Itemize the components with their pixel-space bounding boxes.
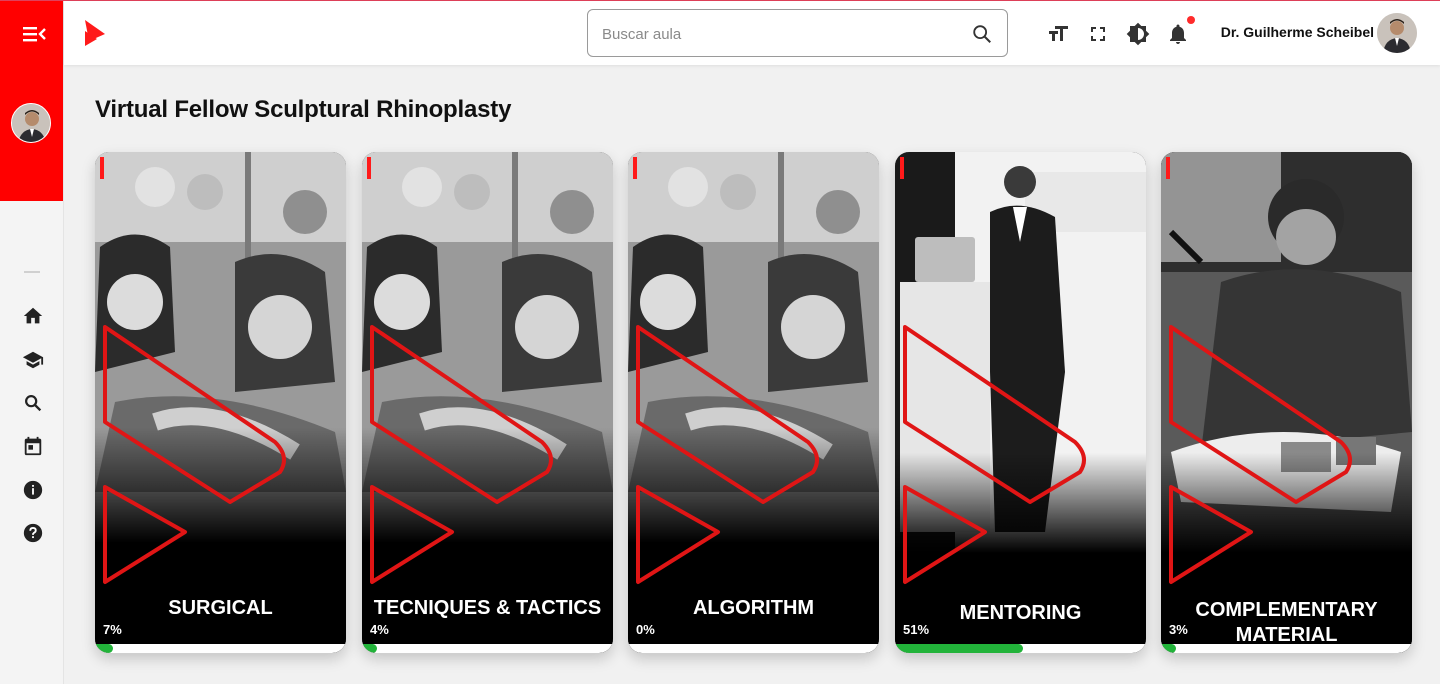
- progress-label: 4%: [370, 622, 389, 637]
- module-card-surgical[interactable]: SURGICAL 7%: [95, 152, 346, 653]
- top-bar: Dr. Guilherme Scheibel: [64, 1, 1440, 65]
- progress-fill: [895, 644, 1023, 653]
- card-title: MENTORING: [959, 602, 1082, 624]
- calendar-icon[interactable]: [22, 435, 44, 457]
- progress-label: 3%: [1169, 622, 1188, 637]
- courses-icon[interactable]: [22, 349, 44, 371]
- avatar[interactable]: [11, 103, 51, 143]
- reading-photo: [1161, 152, 1412, 653]
- card-title: TECNIQUES & TACTICS: [373, 597, 602, 619]
- progress-label: 7%: [103, 622, 122, 637]
- progress-label: 51%: [903, 622, 930, 637]
- surgery-photo: [362, 152, 613, 653]
- card-accent: [367, 157, 371, 179]
- sidebar-divider: [24, 271, 40, 273]
- sidebar-header: [0, 1, 63, 201]
- card-accent: [1166, 157, 1170, 179]
- surgery-photo: [628, 152, 879, 653]
- progress-fill: [1161, 644, 1177, 653]
- notification-dot: [1187, 16, 1195, 24]
- info-icon[interactable]: [22, 479, 44, 501]
- user-avatar[interactable]: [1377, 13, 1417, 53]
- menu-collapse-icon[interactable]: [23, 23, 47, 45]
- search-icon[interactable]: [971, 23, 993, 45]
- user-name[interactable]: Dr. Guilherme Scheibel: [1204, 24, 1374, 40]
- fullscreen-icon[interactable]: [1086, 22, 1110, 46]
- help-icon[interactable]: [22, 522, 44, 544]
- speaker-photo: [895, 152, 1146, 653]
- progress-fill: [95, 644, 113, 653]
- card-title: ALGORITHM: [692, 597, 815, 619]
- module-card-algorithm[interactable]: ALGORITHM 0%: [628, 152, 879, 653]
- progress-bar: [95, 644, 346, 653]
- card-accent: [100, 157, 104, 179]
- sidebar: [0, 1, 64, 684]
- module-card-mentoring[interactable]: MENTORING 51%: [895, 152, 1146, 653]
- module-card-complementary[interactable]: COMPLEMENTARY MATERIAL 3%: [1161, 152, 1412, 653]
- module-card-techniques[interactable]: TECNIQUES & TACTICS 4%: [362, 152, 613, 653]
- card-accent: [900, 157, 904, 179]
- progress-bar: [362, 644, 613, 653]
- brightness-icon[interactable]: [1126, 22, 1150, 46]
- surgery-photo: [95, 152, 346, 653]
- brand-logo-icon[interactable]: [84, 19, 106, 47]
- bell-icon[interactable]: [1166, 22, 1190, 46]
- card-title: COMPLEMENTARY MATERIAL: [1195, 599, 1378, 646]
- progress-bar: [895, 644, 1146, 653]
- progress-fill: [362, 644, 378, 653]
- progress-bar: [1161, 644, 1412, 653]
- progress-label: 0%: [636, 622, 655, 637]
- progress-bar: [628, 644, 879, 653]
- search-input[interactable]: [602, 22, 952, 46]
- card-title: SURGICAL: [168, 597, 273, 619]
- search-icon[interactable]: [22, 392, 44, 414]
- page-title: Virtual Fellow Sculptural Rhinoplasty: [95, 96, 512, 123]
- card-accent: [633, 157, 637, 179]
- text-size-icon[interactable]: [1046, 22, 1070, 46]
- search-box: [587, 9, 1008, 57]
- home-icon[interactable]: [22, 305, 44, 327]
